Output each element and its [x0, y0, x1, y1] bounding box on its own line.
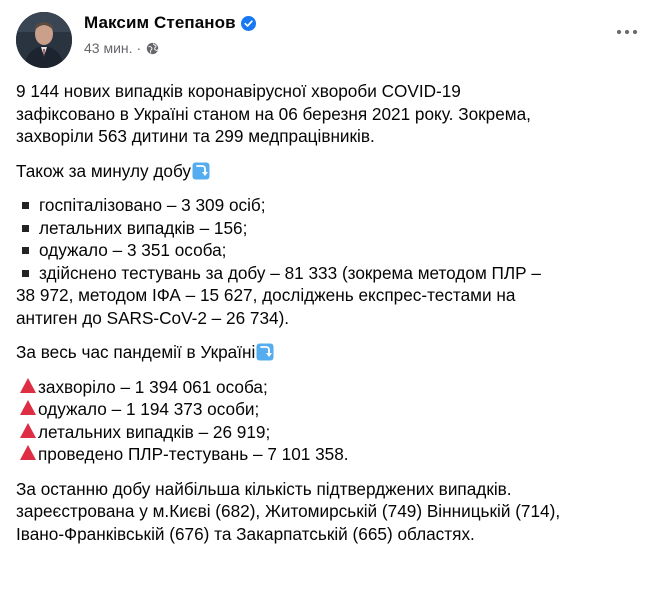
list-item: проведено ПЛР-тестувань – 7 101 358.	[16, 443, 646, 466]
total-heading-text: За весь час пандемії в Україні	[16, 342, 256, 362]
list-item: захворіло – 1 394 061 особа;	[16, 376, 646, 399]
daily-item-text: одужало – 3 351 особа;	[39, 240, 227, 260]
arrow-down-emoji-icon	[192, 162, 210, 179]
author-name[interactable]: Максим Степанов	[84, 13, 236, 33]
post-header: Максим Степанов 43 мин. ·	[16, 12, 643, 68]
daily-item-text: летальних випадків – 156;	[39, 217, 248, 238]
red-triangle-icon	[20, 422, 36, 438]
daily-item-continuation: 38 972, методом ІФА – 15 627, досліджень…	[16, 285, 516, 305]
list-item: одужало – 3 351 особа;	[16, 239, 646, 262]
daily-item-continuation: антиген до SARS-CoV-2 – 26 734).	[16, 307, 290, 328]
total-heading: За весь час пандемії в Україні	[16, 341, 646, 364]
regions-line: Івано-Франківській (676) та Закарпатські…	[16, 523, 475, 544]
red-triangle-icon	[20, 377, 36, 393]
red-triangle-icon	[20, 400, 36, 415]
square-bullet-icon	[22, 202, 29, 209]
square-bullet-icon	[22, 269, 29, 277]
verified-badge-icon	[240, 15, 256, 31]
list-item: летальних випадків – 156;	[16, 217, 646, 240]
regions-line: зареєстрована у м.Києві (682), Житомирсь…	[16, 501, 561, 521]
square-bullet-icon	[22, 247, 29, 254]
more-options-icon[interactable]	[611, 20, 643, 44]
square-bullet-icon	[22, 224, 29, 232]
meta-separator: ·	[136, 40, 142, 56]
regions-line: За останню добу найбільша кількість підт…	[16, 478, 512, 499]
total-item-text: одужало – 1 194 373 особи;	[38, 399, 260, 419]
post-timestamp[interactable]: 43 мин.	[84, 40, 133, 56]
red-triangle-icon	[20, 445, 36, 460]
avatar[interactable]	[16, 12, 72, 68]
daily-item-text: здійснено тестувань за добу – 81 333 (зо…	[39, 262, 541, 283]
list-item: здійснено тестувань за добу – 81 333 (зо…	[16, 262, 646, 285]
total-item-text: летальних випадків – 26 919;	[38, 421, 271, 442]
daily-item-text: госпіталізовано – 3 309 осіб;	[39, 195, 266, 215]
arrow-down-emoji-icon	[256, 343, 274, 361]
intro-line: зафіксовано в Україні станом на 06 берез…	[16, 103, 531, 124]
daily-heading: Також за минулу добу	[16, 160, 646, 183]
intro-line: 9 144 нових випадків коронавірусної хвор…	[16, 81, 461, 101]
intro-line: захворіли 563 дитини та 299 медпрацівник…	[16, 126, 375, 146]
list-item: госпіталізовано – 3 309 осіб;	[16, 194, 646, 217]
total-item-text: захворіло – 1 394 061 особа;	[38, 376, 268, 397]
globe-icon[interactable]	[146, 42, 159, 55]
daily-heading-text: Також за минулу добу	[16, 160, 192, 181]
total-item-text: проведено ПЛР-тестувань – 7 101 358.	[38, 444, 349, 464]
post-body: 9 144 нових випадків коронавірусної хвор…	[16, 80, 646, 545]
list-item: летальних випадків – 26 919;	[16, 421, 646, 444]
list-item: одужало – 1 194 373 особи;	[16, 398, 646, 421]
